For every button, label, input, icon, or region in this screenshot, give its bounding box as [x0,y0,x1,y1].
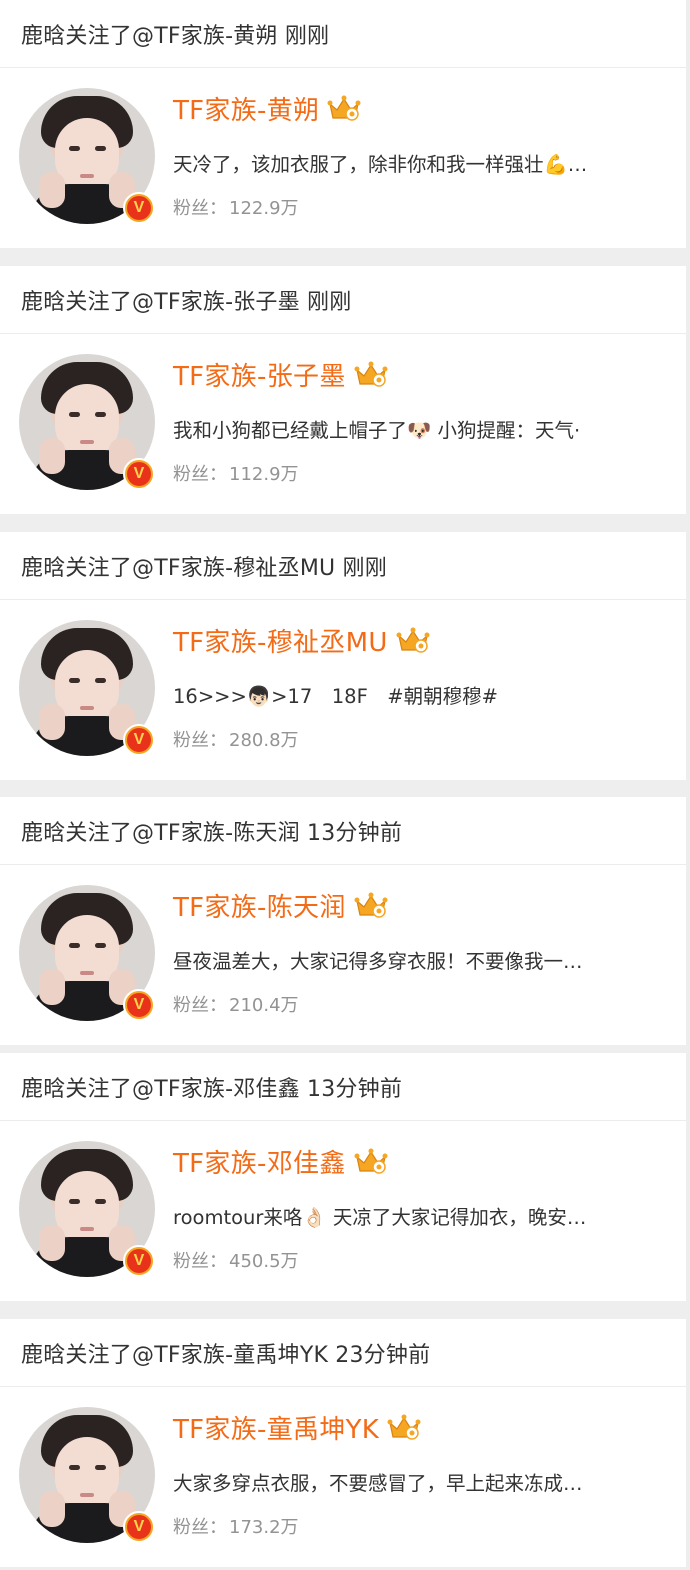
avatar[interactable]: V [19,620,155,756]
follow-activity-header[interactable]: 鹿晗关注了@TF家族-童禹坤YK 23分钟前 [0,1319,686,1387]
user-name[interactable]: TF家族-陈天润 [173,887,346,924]
user-bio: roomtour来咯👌🏻 天凉了大家记得加衣，晚安… [173,1206,587,1229]
user-card-body[interactable]: V TF家族-穆祉丞MU 16>>>👦🏻>17 18F #朝朝穆穆# 粉丝： 28… [0,600,686,780]
follow-activity-header[interactable]: 鹿晗关注了@TF家族-陈天润 13分钟前 [0,797,686,865]
vip-crown-icon [354,1148,388,1174]
user-card-body[interactable]: V TF家族-童禹坤YK 大家多穿点衣服，不要感冒了，早上起来冻成… 粉丝： 17… [0,1387,686,1567]
user-name[interactable]: TF家族-黄朔 [173,90,319,127]
fans-label: 粉丝： [173,1251,227,1272]
verified-v-badge-icon: V [123,724,155,756]
fans-label: 粉丝： [173,464,227,485]
follow-card: 鹿晗关注了@TF家族-童禹坤YK 23分钟前 V TF家族-童禹坤YK 大家多穿… [0,1319,686,1567]
vip-crown-icon [327,95,361,121]
user-bio: 16>>>👦🏻>17 18F #朝朝穆穆# [173,685,498,708]
user-name-row: TF家族-张子墨 [173,356,388,393]
user-name-row: TF家族-邓佳鑫 [173,1143,388,1180]
user-name[interactable]: TF家族-童禹坤YK [173,1409,379,1446]
verified-v-badge-icon: V [123,989,155,1021]
user-card-body[interactable]: V TF家族-邓佳鑫 roomtour来咯👌🏻 天凉了大家记得加衣，晚安… 粉丝… [0,1121,686,1301]
user-name-row: TF家族-黄朔 [173,90,361,127]
verified-v-badge-icon: V [123,458,155,490]
fans-count: 粉丝： 112.9万 [173,460,299,486]
fans-label: 粉丝： [173,730,227,751]
follow-feed: 鹿晗关注了@TF家族-黄朔 刚刚 V TF家族-黄朔 天冷了，该加衣服了，除非你… [0,0,690,1570]
user-bio: 天冷了，该加衣服了，除非你和我一样强壮💪… [173,153,588,176]
avatar[interactable]: V [19,1141,155,1277]
verified-v-badge-icon: V [123,1511,155,1543]
user-name[interactable]: TF家族-邓佳鑫 [173,1143,346,1180]
vip-crown-icon [387,1414,421,1440]
user-name-row: TF家族-陈天润 [173,887,388,924]
user-bio: 昼夜温差大，大家记得多穿衣服！不要像我一… [173,950,583,973]
fans-count: 粉丝： 122.9万 [173,194,299,220]
user-bio: 大家多穿点衣服，不要感冒了，早上起来冻成… [173,1472,583,1495]
verified-v-badge-icon: V [123,1245,155,1277]
follow-activity-header[interactable]: 鹿晗关注了@TF家族-穆祉丞MU 刚刚 [0,532,686,600]
verified-v-badge-icon: V [123,192,155,224]
vip-crown-icon [354,892,388,918]
fans-value: 122.9万 [229,198,299,219]
fans-value: 112.9万 [229,464,299,485]
user-name-row: TF家族-童禹坤YK [173,1409,421,1446]
follow-card: 鹿晗关注了@TF家族-陈天润 13分钟前 V TF家族-陈天润 昼夜温差大，大家… [0,797,686,1045]
avatar[interactable]: V [19,88,155,224]
fans-count: 粉丝： 280.8万 [173,726,299,752]
user-bio: 我和小狗都已经戴上帽子了🐶 小狗提醒：天气· [173,419,581,442]
user-card-body[interactable]: V TF家族-张子墨 我和小狗都已经戴上帽子了🐶 小狗提醒：天气· 粉丝： 112… [0,334,686,514]
follow-card: 鹿晗关注了@TF家族-黄朔 刚刚 V TF家族-黄朔 天冷了，该加衣服了，除非你… [0,0,686,248]
avatar[interactable]: V [19,1407,155,1543]
user-name-row: TF家族-穆祉丞MU [173,622,430,659]
fans-label: 粉丝： [173,995,227,1016]
avatar[interactable]: V [19,354,155,490]
fans-label: 粉丝： [173,1517,227,1538]
fans-count: 粉丝： 210.4万 [173,991,299,1017]
fans-value: 280.8万 [229,730,299,751]
follow-card: 鹿晗关注了@TF家族-张子墨 刚刚 V TF家族-张子墨 我和小狗都已经戴上帽子… [0,266,686,514]
fans-value: 450.5万 [229,1251,299,1272]
fans-value: 210.4万 [229,995,299,1016]
follow-activity-header[interactable]: 鹿晗关注了@TF家族-黄朔 刚刚 [0,0,686,68]
user-card-body[interactable]: V TF家族-黄朔 天冷了，该加衣服了，除非你和我一样强壮💪… 粉丝： 122.9… [0,68,686,248]
fans-count: 粉丝： 173.2万 [173,1513,299,1539]
follow-card: 鹿晗关注了@TF家族-邓佳鑫 13分钟前 V TF家族-邓佳鑫 roomtour… [0,1053,686,1301]
fans-count: 粉丝： 450.5万 [173,1247,299,1273]
avatar[interactable]: V [19,885,155,1021]
follow-activity-header[interactable]: 鹿晗关注了@TF家族-邓佳鑫 13分钟前 [0,1053,686,1121]
user-card-body[interactable]: V TF家族-陈天润 昼夜温差大，大家记得多穿衣服！不要像我一… 粉丝： 210.… [0,865,686,1045]
follow-card: 鹿晗关注了@TF家族-穆祉丞MU 刚刚 V TF家族-穆祉丞MU 16>>>👦🏻… [0,532,686,780]
vip-crown-icon [396,627,430,653]
follow-activity-header[interactable]: 鹿晗关注了@TF家族-张子墨 刚刚 [0,266,686,334]
vip-crown-icon [354,361,388,387]
user-name[interactable]: TF家族-穆祉丞MU [173,622,388,659]
user-name[interactable]: TF家族-张子墨 [173,356,346,393]
fans-value: 173.2万 [229,1517,299,1538]
fans-label: 粉丝： [173,198,227,219]
